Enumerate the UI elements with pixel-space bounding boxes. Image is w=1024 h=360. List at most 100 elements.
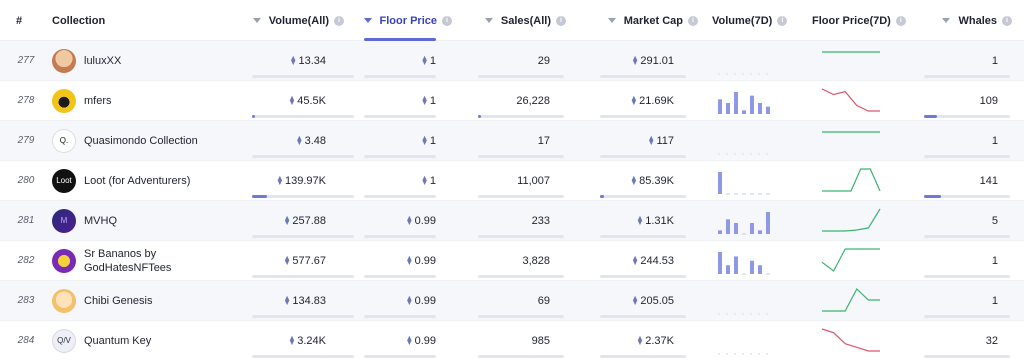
sort-arrow-icon[interactable] bbox=[252, 18, 261, 23]
sales-all-bar bbox=[478, 275, 564, 278]
collection-cell[interactable]: Q/V Quantum Key bbox=[52, 321, 242, 360]
sales-all-value: 3,828 bbox=[522, 254, 550, 267]
volume-7d-bar bbox=[750, 260, 754, 274]
volume-7d-chart bbox=[718, 353, 770, 355]
volume-all-bar-fill bbox=[252, 195, 267, 198]
info-icon[interactable]: i bbox=[334, 15, 344, 26]
collections-table: # Collection Volume(All) i Floor Price i… bbox=[0, 0, 1024, 360]
market-cap-bar bbox=[600, 155, 686, 158]
table-row[interactable]: 283 Chibi Genesis ⧫ 134.83 ⧫ 0.99 69 ⧫ 205.05 1 bbox=[0, 281, 1024, 321]
info-icon[interactable]: i bbox=[777, 15, 788, 26]
market-cap-bar bbox=[600, 315, 686, 318]
whales-value: 5 bbox=[991, 214, 998, 227]
sales-all-value: 233 bbox=[531, 214, 550, 227]
volume-all-value: 134.83 bbox=[292, 294, 326, 307]
collection-cell[interactable]: Loot Loot (for Adventurers) bbox=[52, 161, 242, 200]
info-icon[interactable]: i bbox=[556, 15, 566, 26]
avatar bbox=[52, 88, 76, 113]
collection-name[interactable]: Loot (for Adventurers) bbox=[84, 174, 234, 188]
column-header-label: Volume(7D) bbox=[712, 14, 773, 27]
collection-name[interactable]: MVHQ bbox=[84, 214, 234, 228]
collection-name[interactable]: Quantum Key bbox=[84, 334, 234, 348]
volume-7d-bar bbox=[718, 252, 722, 274]
floor-price-bar bbox=[364, 275, 436, 278]
collection-name[interactable]: Chibi Genesis bbox=[84, 294, 234, 308]
sort-arrow-icon[interactable] bbox=[942, 18, 951, 23]
info-icon[interactable]: i bbox=[442, 15, 452, 26]
collection-cell[interactable]: M MVHQ bbox=[52, 201, 242, 240]
info-icon[interactable]: i bbox=[1002, 15, 1012, 26]
floor-price-value: 0.99 bbox=[414, 214, 436, 227]
column-header-volume-all[interactable]: Volume(All) i bbox=[244, 0, 344, 41]
column-header-label: Floor Price(7D) bbox=[812, 14, 891, 27]
collection-name[interactable]: Quasimondo Collection bbox=[84, 134, 234, 148]
sort-arrow-icon[interactable] bbox=[607, 18, 616, 23]
column-header-market-cap[interactable]: Market Cap i bbox=[590, 0, 698, 41]
sales-all-bar-fill bbox=[478, 115, 481, 118]
floor-price-value: 1 bbox=[429, 174, 436, 187]
floor-price-7d-chart bbox=[822, 51, 880, 53]
market-cap-value: 244.53 bbox=[640, 254, 674, 267]
collection-cell[interactable]: luluxXX bbox=[52, 41, 242, 80]
column-header-volume-7d[interactable]: Volume(7D) i bbox=[712, 0, 802, 41]
volume-7d-bar bbox=[766, 212, 770, 234]
avatar: Q/V bbox=[52, 328, 76, 353]
whales-value: 109 bbox=[979, 94, 998, 107]
market-cap-value: 117 bbox=[656, 134, 674, 147]
eth-icon: ⧫ bbox=[407, 215, 412, 225]
floor-price-7d-chart bbox=[821, 328, 880, 352]
whales-bar bbox=[924, 115, 1010, 118]
floor-price-bar bbox=[364, 235, 436, 238]
eth-icon: ⧫ bbox=[291, 55, 296, 65]
floor-price-bar bbox=[364, 315, 436, 318]
floor-price-7d-line bbox=[821, 328, 880, 352]
table-row[interactable]: 279 Q. Quasimondo Collection ⧫ 3.48 ⧫ 1 17 ⧫ 117 1 bbox=[0, 121, 1024, 161]
whales-value: 141 bbox=[979, 174, 998, 187]
whales-bar bbox=[924, 315, 1010, 318]
volume-all-value: 3.48 bbox=[304, 134, 326, 147]
volume-all-value: 3.24K bbox=[297, 334, 326, 347]
floor-price-7d-line bbox=[822, 168, 881, 192]
eth-icon: ⧫ bbox=[277, 175, 283, 185]
collection-cell[interactable]: Chibi Genesis bbox=[52, 281, 242, 320]
volume-7d-bar bbox=[734, 256, 738, 274]
volume-7d-chart bbox=[718, 172, 770, 195]
eth-icon: ⧫ bbox=[632, 255, 638, 265]
column-header-floor-price-7d[interactable]: Floor Price(7D) i bbox=[812, 0, 922, 41]
table-row[interactable]: 278 mfers ⧫ 45.5K ⧫ 1 26,228 ⧫ 21.69K 109 bbox=[0, 81, 1024, 121]
collection-cell[interactable]: Q. Quasimondo Collection bbox=[52, 121, 242, 160]
market-cap-bar bbox=[600, 115, 686, 118]
table-row[interactable]: 284 Q/V Quantum Key ⧫ 3.24K ⧫ 0.99 985 ⧫ 2.37K 32 bbox=[0, 321, 1024, 360]
sales-all-bar bbox=[478, 75, 564, 78]
collection-name[interactable]: luluxXX bbox=[84, 54, 234, 68]
floor-price-bar bbox=[364, 195, 436, 198]
collection-name[interactable]: mfers bbox=[84, 94, 234, 108]
column-header-sales-all[interactable]: Sales(All) i bbox=[470, 0, 566, 41]
column-header-label: Floor Price bbox=[379, 14, 437, 27]
sort-arrow-icon[interactable] bbox=[363, 18, 372, 23]
column-header-floor-price[interactable]: Floor Price i bbox=[356, 0, 452, 41]
volume-all-bar bbox=[252, 75, 354, 78]
avatar: M bbox=[52, 208, 76, 233]
volume-all-bar bbox=[252, 315, 354, 318]
info-icon[interactable]: i bbox=[895, 15, 906, 26]
info-icon[interactable]: i bbox=[688, 15, 698, 26]
sales-all-bar bbox=[478, 355, 564, 358]
column-header-whales[interactable]: Whales i bbox=[930, 0, 1012, 41]
table-row[interactable]: 280 Loot Loot (for Adventurers) ⧫ 139.97K ⧫ 1 1… bbox=[0, 161, 1024, 201]
floor-price-7d-chart bbox=[821, 88, 880, 112]
collection-cell[interactable]: Sr Bananos by GodHatesNFTees bbox=[52, 241, 242, 280]
sales-all-value: 985 bbox=[531, 334, 550, 347]
sort-arrow-icon[interactable] bbox=[484, 18, 493, 23]
floor-price-bar bbox=[364, 155, 436, 158]
volume-all-value: 139.97K bbox=[285, 174, 326, 187]
table-row[interactable]: 282 Sr Bananos by GodHatesNFTees ⧫ 577.67 ⧫ 0… bbox=[0, 241, 1024, 281]
volume-7d-chart bbox=[718, 153, 770, 155]
table-row[interactable]: 281 M MVHQ ⧫ 257.88 ⧫ 0.99 233 ⧫ 1.31K 5 bbox=[0, 201, 1024, 241]
table-row[interactable]: 277 luluxXX ⧫ 13.34 ⧫ 1 29 ⧫ 291.01 1 bbox=[0, 41, 1024, 81]
eth-icon: ⧫ bbox=[631, 175, 637, 185]
column-header-collection[interactable]: Collection bbox=[52, 0, 152, 41]
column-header-label: Sales(All) bbox=[500, 14, 551, 27]
collection-cell[interactable]: mfers bbox=[52, 81, 242, 120]
collection-name[interactable]: Sr Bananos by GodHatesNFTees bbox=[84, 247, 234, 275]
